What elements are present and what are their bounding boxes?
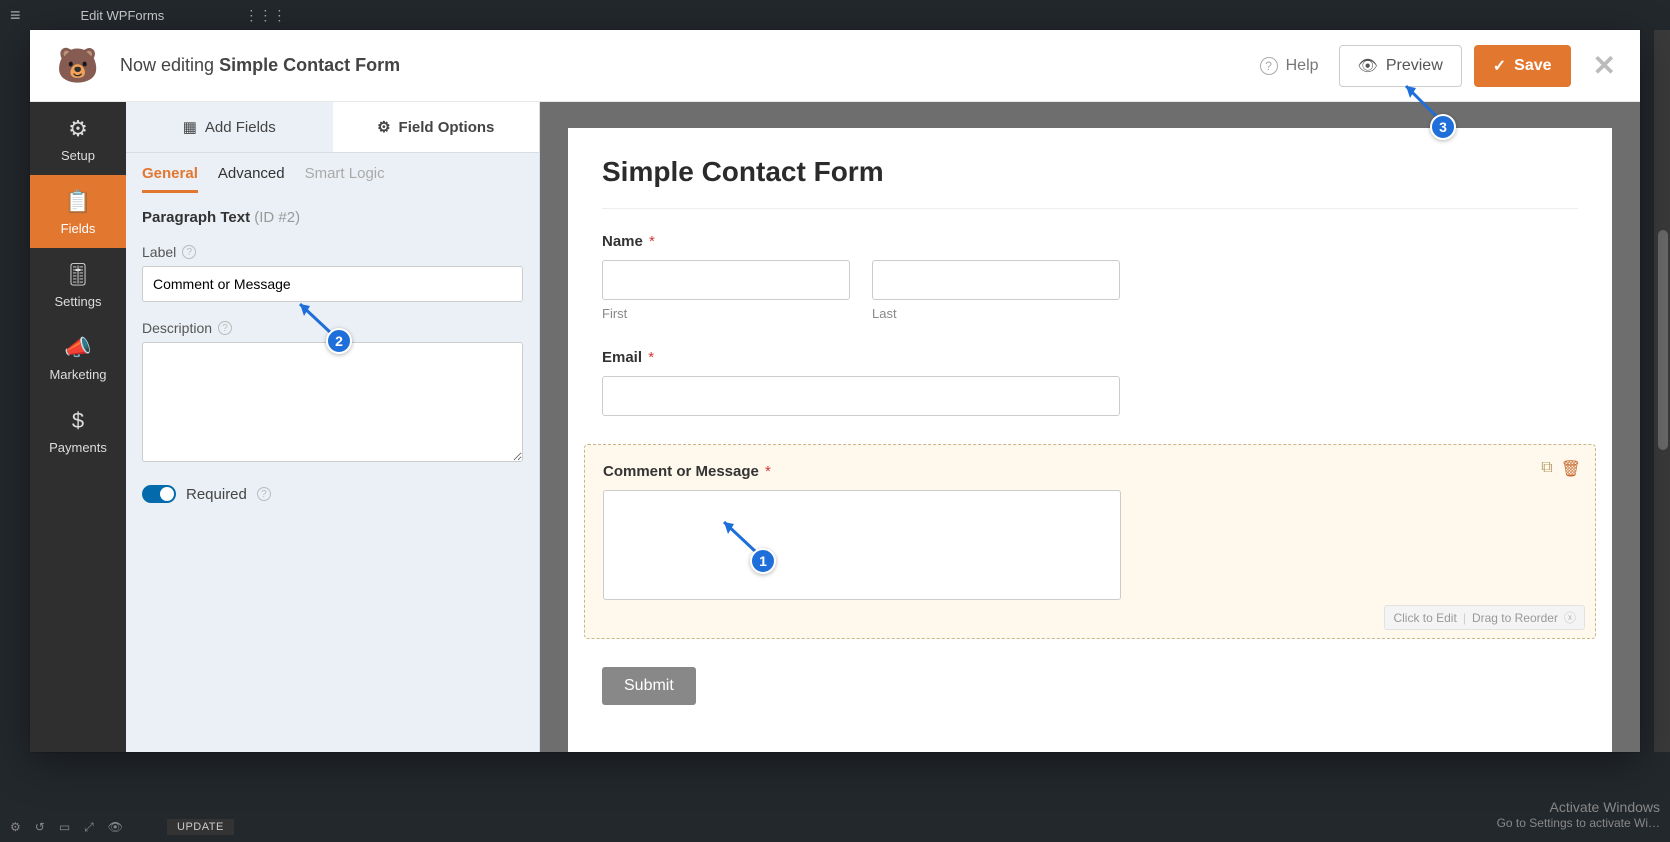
- field-email[interactable]: Email *: [602, 349, 1578, 416]
- help-icon: ?: [1260, 57, 1278, 75]
- tab-field-options[interactable]: ⚙ Field Options: [333, 102, 540, 152]
- wp-footer-bar: ⚙ ↺ ▭ ⤢ 👁 UPDATE: [0, 812, 1670, 842]
- form-preview: Simple Contact Form Name * First Last: [568, 128, 1612, 752]
- activate-title: Activate Windows: [1497, 798, 1660, 816]
- screen-options-icon[interactable]: ⋮⋮⋮: [244, 7, 286, 24]
- field-title: Paragraph Text (ID #2): [142, 209, 523, 226]
- field-name[interactable]: Name * First Last: [602, 233, 1578, 321]
- wp-admin-bar: ≡ Edit WPForms ⋮⋮⋮: [0, 0, 1670, 30]
- required-row: Required ?: [142, 485, 523, 503]
- eye-icon[interactable]: 👁: [108, 820, 123, 834]
- activate-windows-hint: Activate Windows Go to Settings to activ…: [1497, 798, 1660, 832]
- duplicate-icon[interactable]: ⧉: [1541, 459, 1552, 479]
- field-type-label: Paragraph Text: [142, 209, 250, 226]
- panel-subtabs: General Advanced Smart Logic: [126, 152, 539, 193]
- hint-drag: Drag to Reorder: [1472, 611, 1558, 625]
- tab-add-fields[interactable]: ▦ Add Fields: [126, 102, 333, 152]
- last-sublabel: Last: [872, 306, 1120, 321]
- megaphone-icon: 📣: [30, 335, 126, 361]
- close-icon[interactable]: ⓧ: [1564, 609, 1576, 626]
- nav-fields[interactable]: 📋 Fields: [30, 175, 126, 248]
- dollar-icon: $: [30, 408, 126, 434]
- history-icon[interactable]: ↺: [35, 820, 45, 834]
- email-label: Email: [602, 349, 642, 366]
- settings-icon[interactable]: ⚙: [10, 820, 21, 834]
- grid-icon: ▦: [183, 118, 197, 136]
- field-hint: Click to Edit | Drag to Reorder ⓧ: [1384, 605, 1585, 630]
- form-builder-modal: 🐻 Now editing Simple Contact Form ? Help…: [30, 30, 1640, 752]
- preview-label: Preview: [1386, 57, 1443, 75]
- page-scrollbar[interactable]: [1654, 30, 1670, 752]
- sliders-icon: ⚙: [377, 118, 390, 136]
- zoom-icon[interactable]: ⤢: [84, 820, 94, 835]
- eye-icon: 👁: [1358, 56, 1378, 76]
- first-sublabel: First: [602, 306, 850, 321]
- nav-marketing-label: Marketing: [49, 367, 106, 382]
- label-label: Label ?: [142, 244, 523, 260]
- fields-icon: 📋: [30, 189, 126, 215]
- help-icon[interactable]: ?: [182, 245, 196, 259]
- name-label: Name: [602, 233, 643, 250]
- comment-textarea[interactable]: [603, 490, 1121, 600]
- nav-payments-label: Payments: [49, 440, 107, 455]
- subtab-general[interactable]: General: [142, 165, 198, 193]
- save-button[interactable]: ✓ Save: [1474, 45, 1571, 87]
- required-toggle[interactable]: [142, 485, 176, 503]
- first-name-input[interactable]: [602, 260, 850, 300]
- gear-icon: ⚙: [30, 116, 126, 142]
- tab-field-options-label: Field Options: [399, 119, 495, 136]
- options-panel: ▦ Add Fields ⚙ Field Options General Adv…: [126, 102, 540, 752]
- submit-button[interactable]: Submit: [602, 667, 696, 705]
- wp-breadcrumb: Edit WPForms: [81, 8, 165, 23]
- nav-payments[interactable]: $ Payments: [30, 394, 126, 467]
- last-name-input[interactable]: [872, 260, 1120, 300]
- help-icon[interactable]: ?: [218, 321, 232, 335]
- tab-add-fields-label: Add Fields: [205, 119, 276, 136]
- check-icon: ✓: [1493, 56, 1506, 76]
- label-input[interactable]: [142, 266, 523, 302]
- required-asterisk: *: [649, 233, 655, 250]
- layout-icon[interactable]: ▭: [59, 820, 70, 834]
- now-editing-label: Now editing: [120, 55, 214, 75]
- subtab-smart-logic[interactable]: Smart Logic: [305, 165, 385, 193]
- required-asterisk: *: [765, 463, 771, 480]
- help-icon[interactable]: ?: [257, 487, 271, 501]
- nav-setup[interactable]: ⚙ Setup: [30, 102, 126, 175]
- left-nav: ⚙ Setup 📋 Fields 🎚 Settings 📣 Marketing …: [30, 102, 126, 752]
- email-input[interactable]: [602, 376, 1120, 416]
- save-label: Save: [1514, 57, 1551, 75]
- form-name[interactable]: Simple Contact Form: [219, 55, 400, 75]
- sliders-icon: 🎚: [30, 262, 126, 288]
- activate-sub: Go to Settings to activate Wi…: [1497, 816, 1660, 832]
- subtab-advanced[interactable]: Advanced: [218, 165, 285, 193]
- canvas: Simple Contact Form Name * First Last: [540, 102, 1640, 752]
- delete-icon[interactable]: 🗑: [1561, 459, 1581, 479]
- update-button[interactable]: UPDATE: [167, 819, 234, 835]
- form-title: Simple Contact Form: [602, 156, 1578, 209]
- help-link[interactable]: ? Help: [1260, 57, 1319, 75]
- nav-fields-label: Fields: [61, 221, 96, 236]
- hamburger-icon[interactable]: ≡: [10, 5, 21, 26]
- nav-setup-label: Setup: [61, 148, 95, 163]
- nav-marketing[interactable]: 📣 Marketing: [30, 321, 126, 394]
- hint-edit: Click to Edit: [1393, 611, 1456, 625]
- heading: Now editing Simple Contact Form: [120, 55, 400, 76]
- help-label: Help: [1286, 57, 1319, 75]
- step-badge-2: 2: [326, 328, 352, 354]
- nav-settings-label: Settings: [55, 294, 102, 309]
- step-badge-3: 3: [1430, 114, 1456, 140]
- panel-tabs: ▦ Add Fields ⚙ Field Options: [126, 102, 539, 152]
- close-button[interactable]: ✕: [1593, 49, 1616, 82]
- description-text: Description: [142, 320, 212, 336]
- comment-label: Comment or Message: [603, 463, 759, 480]
- description-textarea[interactable]: [142, 342, 523, 462]
- nav-settings[interactable]: 🎚 Settings: [30, 248, 126, 321]
- required-label: Required: [186, 486, 247, 503]
- required-asterisk: *: [648, 349, 654, 366]
- step-badge-1: 1: [750, 548, 776, 574]
- wpforms-logo: 🐻: [54, 42, 102, 90]
- field-id-label: (ID #2): [254, 209, 300, 226]
- label-text: Label: [142, 244, 176, 260]
